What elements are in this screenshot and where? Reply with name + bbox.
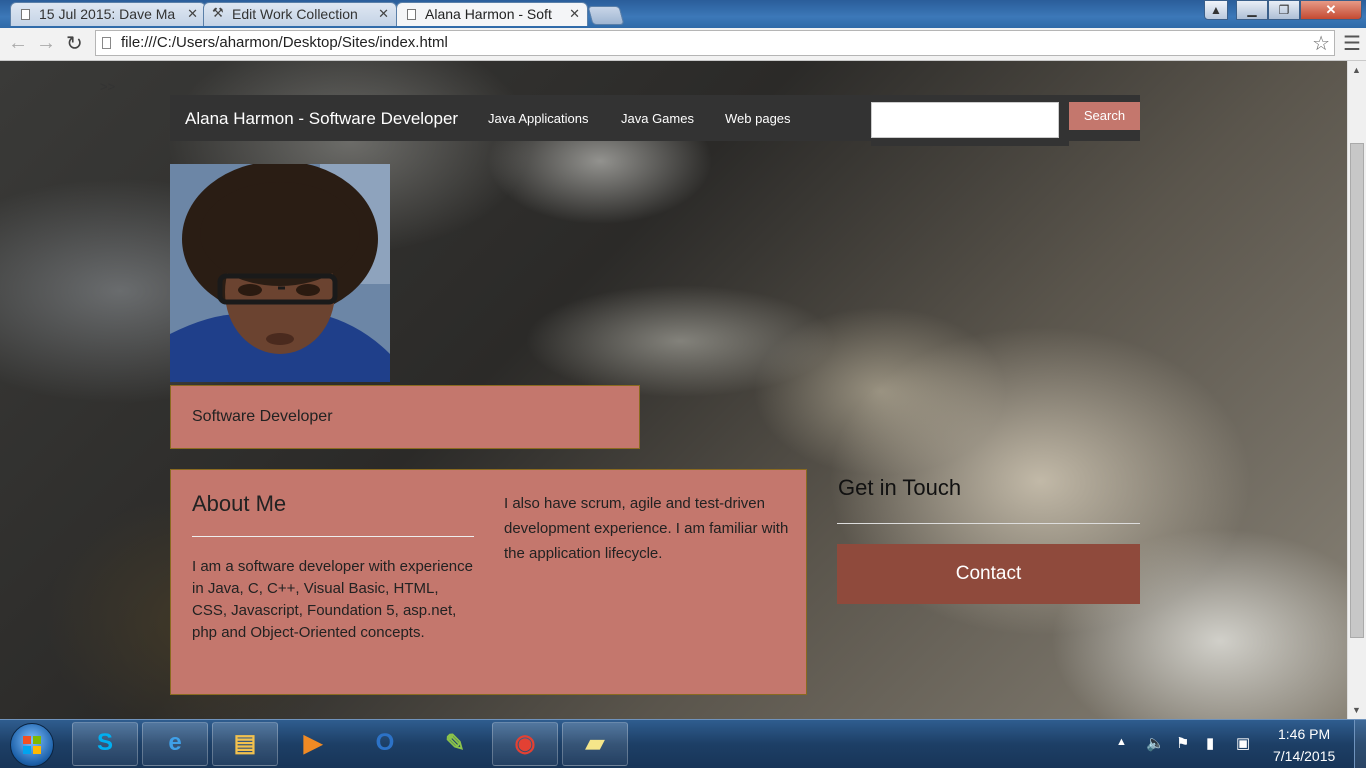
close-icon[interactable]: ✕ <box>187 6 198 22</box>
show-desktop-button[interactable] <box>1354 720 1366 768</box>
profile-photo <box>170 164 390 382</box>
scroll-up-icon[interactable]: ▲ <box>1352 65 1361 75</box>
tab-strip: 15 Jul 2015: Dave Ma ✕ ⚒ Edit Work Colle… <box>0 0 1366 28</box>
contact-button[interactable]: Contact <box>837 544 1140 604</box>
user-profile-button[interactable]: ▲ <box>1204 0 1228 20</box>
skype-icon: S <box>96 729 113 756</box>
tab-edit-work-collection[interactable]: ⚒ Edit Work Collection ✕ <box>203 2 397 26</box>
taskbar-skype[interactable]: S <box>72 722 138 766</box>
taskbar-notepad-plus[interactable]: ✎ <box>422 722 488 766</box>
clock-date[interactable]: 7/14/2015 <box>1273 748 1335 764</box>
divider <box>837 523 1140 524</box>
profile-photo-image <box>170 164 390 382</box>
close-icon[interactable]: ✕ <box>378 6 389 22</box>
page-icon <box>102 37 111 49</box>
site-name[interactable]: Alana Harmon - Software Developer <box>185 109 458 129</box>
clock-time[interactable]: 1:46 PM <box>1278 726 1330 742</box>
close-icon[interactable]: ✕ <box>569 6 580 22</box>
chrome-icon: ◉ <box>514 730 536 757</box>
start-button[interactable] <box>10 723 54 767</box>
back-arrow-icon[interactable]: ← <box>8 32 28 55</box>
taskbar-sticky-notes[interactable]: ▰ <box>562 722 628 766</box>
nav-link-web-pages[interactable]: Web pages <box>725 111 791 126</box>
media-player-icon: ▶ <box>303 730 323 757</box>
internet-explorer-icon: e <box>168 729 182 756</box>
bookmark-star-icon[interactable]: ☆ <box>1312 31 1330 56</box>
url-text[interactable]: file:///C:/Users/aharmon/Desktop/Sites/i… <box>121 34 448 51</box>
taskbar-outlook[interactable]: O <box>352 722 418 766</box>
breadcrumb-arrows: >> <box>100 79 116 94</box>
browser-toolbar: ← → ↻ file:///C:/Users/aharmon/Desktop/S… <box>0 28 1366 61</box>
volume-icon[interactable]: 🔈 <box>1146 734 1165 752</box>
sticky-notes-icon: ▰ <box>585 730 605 757</box>
page-icon <box>407 9 416 20</box>
flag-icon[interactable]: ⚑ <box>1176 734 1189 752</box>
taskbar-media-player[interactable]: ▶ <box>280 722 346 766</box>
tab-title: Alana Harmon - Soft <box>425 6 552 22</box>
search-container <box>871 102 1069 146</box>
tab-alana-harmon[interactable]: Alana Harmon - Soft ✕ <box>396 2 588 26</box>
close-window-button[interactable]: ✕ <box>1300 0 1362 20</box>
search-button[interactable]: Search <box>1069 102 1140 130</box>
windows-logo-icon <box>23 736 41 754</box>
menu-icon[interactable]: ☰ <box>1343 31 1361 56</box>
outlook-icon: O <box>375 729 395 756</box>
vertical-scrollbar[interactable]: ▲ ▼ <box>1347 61 1366 719</box>
tab-dave-ma[interactable]: 15 Jul 2015: Dave Ma ✕ <box>10 2 206 26</box>
tab-title: Edit Work Collection <box>232 6 358 22</box>
job-title: Software Developer <box>192 408 333 425</box>
about-panel: About Me I am a software developer with … <box>170 469 807 695</box>
maximize-button[interactable]: ❐ <box>1268 0 1300 20</box>
windows-taskbar: S e ▤ ▶ O ✎ ◉ ▰ ▲ 🔈 ⚑ ▮ ▣ 1:46 PM 7/14/2… <box>0 719 1366 768</box>
file-explorer-icon: ▤ <box>233 730 257 757</box>
search-input[interactable] <box>871 102 1059 138</box>
nav-link-java-games[interactable]: Java Games <box>621 111 694 126</box>
reload-icon[interactable]: ↻ <box>66 31 83 56</box>
tab-title: 15 Jul 2015: Dave Ma <box>39 6 176 22</box>
taskbar-file-explorer[interactable]: ▤ <box>212 722 278 766</box>
new-tab-button[interactable] <box>587 6 625 25</box>
top-nav-bar: Alana Harmon - Software Developer Java A… <box>170 95 1140 146</box>
about-text: I am a software developer with experienc… <box>192 558 473 641</box>
notepad-plus-icon: ✎ <box>444 730 466 757</box>
scroll-down-icon[interactable]: ▼ <box>1352 705 1361 715</box>
network-icon[interactable]: ▣ <box>1236 734 1250 752</box>
show-hidden-icons-icon[interactable]: ▲ <box>1116 736 1127 748</box>
minimize-button[interactable]: ▁ <box>1236 0 1268 20</box>
title-panel: Software Developer <box>170 385 640 449</box>
about-heading: About Me <box>192 491 287 516</box>
about-text-secondary: I also have scrum, agile and test-driven… <box>504 495 789 562</box>
taskbar-internet-explorer[interactable]: e <box>142 722 208 766</box>
address-bar[interactable]: file:///C:/Users/aharmon/Desktop/Sites/i… <box>95 30 1335 56</box>
forward-arrow-icon[interactable]: → <box>36 32 56 55</box>
tools-icon: ⚒ <box>212 5 224 20</box>
scroll-thumb[interactable] <box>1350 143 1364 638</box>
contact-heading: Get in Touch <box>838 475 962 500</box>
divider <box>192 536 474 537</box>
page-icon <box>21 9 30 20</box>
page-viewport: >> Alana Harmon - Software Developer Jav… <box>0 61 1347 719</box>
taskbar-chrome[interactable]: ◉ <box>492 722 558 766</box>
battery-icon[interactable]: ▮ <box>1206 734 1214 752</box>
nav-link-java-applications[interactable]: Java Applications <box>488 111 588 126</box>
